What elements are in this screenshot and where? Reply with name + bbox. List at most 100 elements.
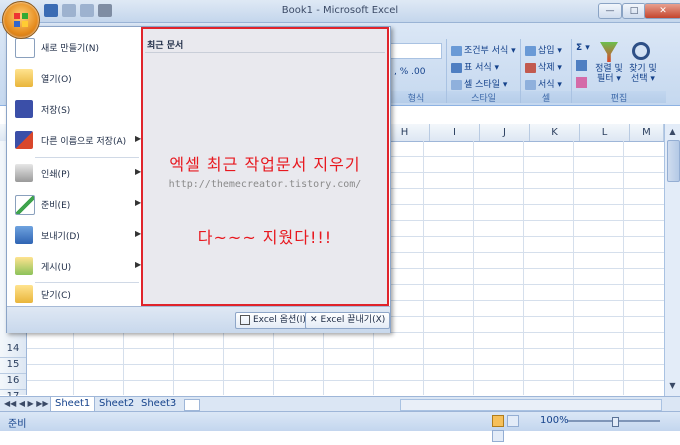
excel-options-label: Excel 옵션(I) <box>253 315 306 325</box>
row-header[interactable]: 14 <box>0 341 26 358</box>
open-folder-icon <box>15 69 33 87</box>
exit-excel-label: Excel 끝내기(X) <box>320 315 386 325</box>
menu-item-label: 닫기(C) <box>41 291 71 301</box>
sort-filter-icon <box>600 42 618 62</box>
sheet-tab-3[interactable]: Sheet3 <box>137 397 180 411</box>
cell-style-label: 셀 스타일 ▾ <box>464 80 508 90</box>
menu-item-label: 다른 이름으로 저장(A) <box>41 137 127 147</box>
group-cells: 삽입 ▾ 삭제 ▾ 서식 ▾ 셀 <box>521 39 572 104</box>
group-style: 조건부 서식 ▾ 표 서식 ▾ 셀 스타일 ▾ 스타일 <box>447 39 521 104</box>
menu-item-label: 준비(E) <box>41 201 71 211</box>
menu-item-new[interactable]: 새로 만들기(N) <box>11 32 141 62</box>
group-number: 형식 <box>386 39 447 104</box>
conditional-format-label: 조건부 서식 ▾ <box>464 46 516 56</box>
tab-nav-icons[interactable]: ◀◀ ◀ ▶ ▶▶ <box>4 399 49 408</box>
insert-button[interactable]: 삽입 ▾ <box>525 43 562 56</box>
normal-view-icon[interactable] <box>492 415 504 427</box>
autosum-button[interactable]: Σ ▾ <box>576 43 590 53</box>
office-menu: 새로 만들기(N) 열기(O) 저장(S) 다른 이름으로 저장(A) ▶ 인쇄… <box>6 26 391 333</box>
exit-excel-button[interactable]: ✕ Excel 끝내기(X) <box>305 312 391 329</box>
cell-style-icon <box>451 79 462 90</box>
vertical-scrollbar[interactable]: ▲ ▼ <box>664 124 680 396</box>
menu-item-close[interactable]: 닫기(C) <box>11 282 141 306</box>
zoom-slider[interactable] <box>568 417 660 427</box>
fill-icon[interactable] <box>576 60 587 71</box>
menu-item-prepare[interactable]: 준비(E) ▶ <box>11 189 141 219</box>
row-header[interactable]: 15 <box>0 357 26 374</box>
office-button[interactable] <box>2 1 40 39</box>
office-logo-icon <box>14 13 28 27</box>
annotation-done: 다~~~ 지웠다!!! <box>197 228 333 247</box>
format-button[interactable]: 서식 ▾ <box>525 77 562 90</box>
recent-documents-title: 최근 문서 <box>147 41 184 51</box>
office-menu-commands: 새로 만들기(N) 열기(O) 저장(S) 다른 이름으로 저장(A) ▶ 인쇄… <box>7 27 142 306</box>
page-break-icon[interactable] <box>492 430 504 442</box>
sort-filter-button[interactable]: 정렬 및 필터 ▾ <box>594 64 624 84</box>
menu-item-label: 새로 만들기(N) <box>41 44 100 54</box>
row-header[interactable]: 16 <box>0 373 26 390</box>
column-header[interactable]: L <box>580 124 630 141</box>
column-header[interactable]: J <box>480 124 530 141</box>
send-mail-icon <box>15 226 33 244</box>
group-editing: Σ ▾ 정렬 및 필터 ▾ 찾기 및 선택 ▾ 편집 <box>572 39 666 104</box>
menu-item-label: 게시(U) <box>41 263 72 273</box>
clear-icon[interactable] <box>576 77 587 88</box>
column-header[interactable]: I <box>430 124 480 141</box>
format-label: 서식 ▾ <box>538 80 562 90</box>
redo-icon[interactable] <box>80 4 94 17</box>
table-format-button[interactable]: 표 서식 ▾ <box>451 60 499 73</box>
maximize-button[interactable]: □ <box>622 3 646 19</box>
menu-item-publish[interactable]: 게시(U) ▶ <box>11 251 141 281</box>
scroll-thumb[interactable] <box>667 140 680 182</box>
cell-style-button[interactable]: 셀 스타일 ▾ <box>451 77 507 90</box>
office-menu-footer: Excel 옵션(I) ✕ Excel 끝내기(X) <box>7 306 391 333</box>
horizontal-scrollbar[interactable] <box>400 399 662 411</box>
publish-folder-icon <box>15 257 33 275</box>
format-icon <box>525 79 536 90</box>
group-number-label: 형식 <box>386 91 446 104</box>
save-disk-icon <box>15 100 33 118</box>
annotation-url: http://themecreator.tistory.com/ <box>168 179 362 190</box>
close-folder-icon <box>15 285 33 303</box>
close-button[interactable]: ✕ <box>644 3 680 19</box>
customize-qat-icon[interactable] <box>98 4 112 17</box>
group-editing-label: 편집 <box>572 91 666 104</box>
scroll-down-icon[interactable]: ▼ <box>667 380 678 391</box>
delete-button[interactable]: 삭제 ▾ <box>525 60 562 73</box>
find-select-button[interactable]: 찾기 및 선택 ▾ <box>626 64 660 84</box>
menu-item-label: 보내기(D) <box>41 232 80 242</box>
sheet-tab-1[interactable]: Sheet1 <box>50 397 96 412</box>
group-style-label: 스타일 <box>447 91 520 104</box>
delete-label: 삭제 ▾ <box>538 63 562 73</box>
undo-icon[interactable] <box>62 4 76 17</box>
zoom-level[interactable]: 100% <box>540 415 569 426</box>
new-document-icon <box>15 38 35 58</box>
title-bar: Book1 - Microsoft Excel — □ ✕ <box>0 0 680 23</box>
menu-item-print[interactable]: 인쇄(P) ▶ <box>11 158 141 188</box>
recent-title-divider <box>145 52 385 53</box>
page-layout-icon[interactable] <box>507 415 520 427</box>
printer-icon <box>15 164 33 182</box>
column-header[interactable]: M <box>630 124 664 141</box>
sheet-tab-2[interactable]: Sheet2 <box>95 397 138 411</box>
minimize-button[interactable]: — <box>598 3 622 19</box>
sheet-tab-bar: ◀◀ ◀ ▶ ▶▶ Sheet1 Sheet2 Sheet3 <box>0 396 680 412</box>
conditional-format-button[interactable]: 조건부 서식 ▾ <box>451 43 516 56</box>
insert-icon <box>525 45 536 56</box>
insert-sheet-icon[interactable] <box>184 399 200 411</box>
scroll-up-icon[interactable]: ▲ <box>667 126 678 137</box>
menu-item-save-as[interactable]: 다른 이름으로 저장(A) ▶ <box>11 125 141 155</box>
save-as-icon <box>15 131 33 149</box>
excel-options-button[interactable]: Excel 옵션(I) <box>235 312 311 329</box>
menu-item-label: 저장(S) <box>41 106 71 116</box>
save-icon[interactable] <box>44 4 58 17</box>
annotation-headline: 엑셀 최근 작업문서 지우기 <box>169 155 361 174</box>
recent-documents-panel: 최근 문서 엑셀 최근 작업문서 지우기 http://themecreator… <box>141 27 389 306</box>
menu-item-open[interactable]: 열기(O) <box>11 63 141 93</box>
column-header[interactable]: K <box>530 124 580 141</box>
menu-item-send[interactable]: 보내기(D) ▶ <box>11 220 141 250</box>
menu-item-save[interactable]: 저장(S) <box>11 94 141 124</box>
view-buttons[interactable] <box>492 415 532 442</box>
menu-item-label: 열기(O) <box>41 75 72 85</box>
prepare-pen-icon <box>15 195 35 215</box>
